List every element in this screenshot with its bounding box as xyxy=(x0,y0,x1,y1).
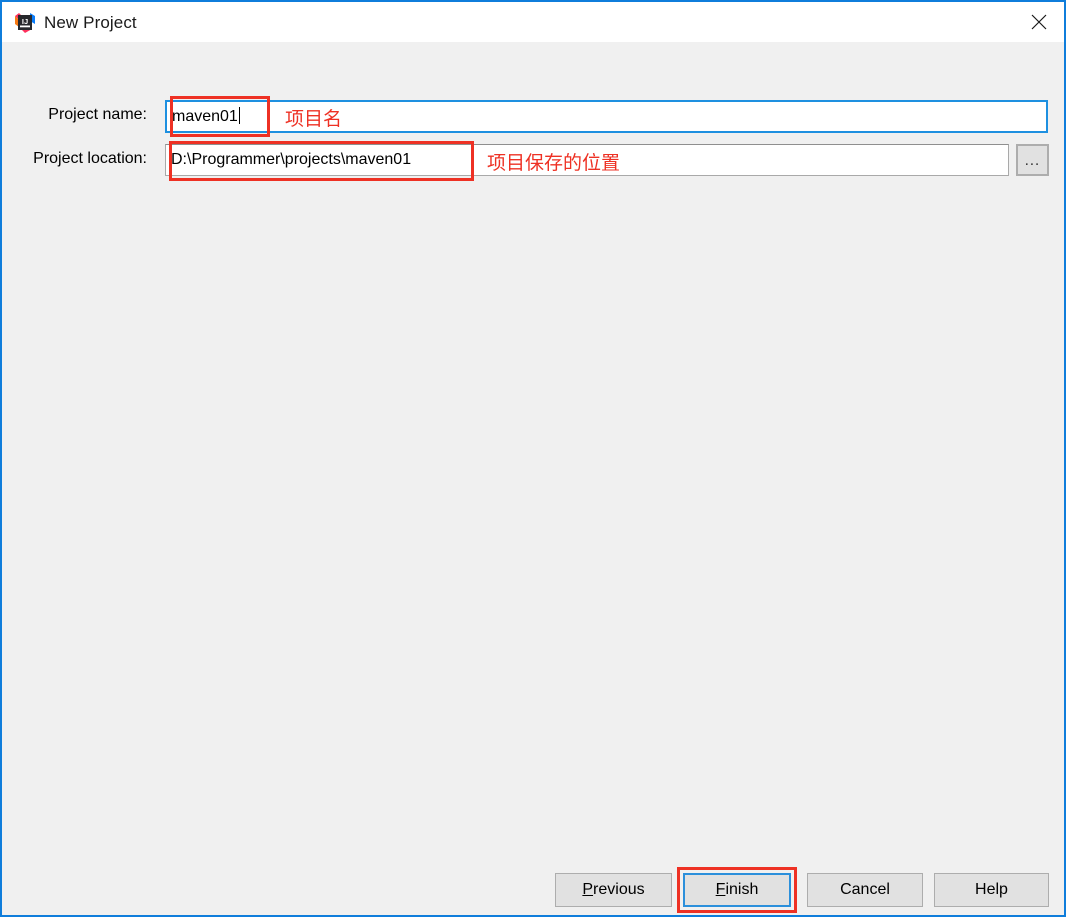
finish-button-label: inish xyxy=(725,881,759,898)
svg-text:IJ: IJ xyxy=(22,17,28,26)
dialog-button-bar: Previous Finish Cancel Help xyxy=(2,873,1064,915)
new-project-dialog: IJ New Project Project name: maven01 项目名… xyxy=(0,0,1066,917)
close-icon[interactable] xyxy=(1016,2,1064,42)
project-name-value: maven01 xyxy=(172,108,238,125)
help-button[interactable]: Help xyxy=(934,873,1049,907)
text-caret xyxy=(238,107,240,124)
dialog-body: Project name: maven01 项目名 Project locati… xyxy=(2,42,1064,889)
cancel-button[interactable]: Cancel xyxy=(807,873,923,907)
previous-button-label: revious xyxy=(593,881,645,898)
finish-button-mnemonic: F xyxy=(715,881,726,898)
project-name-label: Project name: xyxy=(48,106,147,123)
finish-button[interactable]: Finish xyxy=(683,873,791,907)
annotation-label-project-location: 项目保存的位置 xyxy=(487,152,621,174)
title-bar: IJ New Project xyxy=(2,0,1064,42)
previous-button-mnemonic: P xyxy=(582,881,594,898)
window-title: New Project xyxy=(44,13,137,32)
project-location-value: D:\Programmer\projects\maven01 xyxy=(171,151,412,168)
browse-button-label: ... xyxy=(1024,154,1041,169)
previous-button[interactable]: Previous xyxy=(555,873,672,907)
project-location-label: Project location: xyxy=(33,150,147,167)
annotation-label-project-name: 项目名 xyxy=(285,108,343,130)
intellij-idea-icon: IJ xyxy=(14,12,36,34)
browse-folder-button[interactable]: ... xyxy=(1016,144,1049,176)
